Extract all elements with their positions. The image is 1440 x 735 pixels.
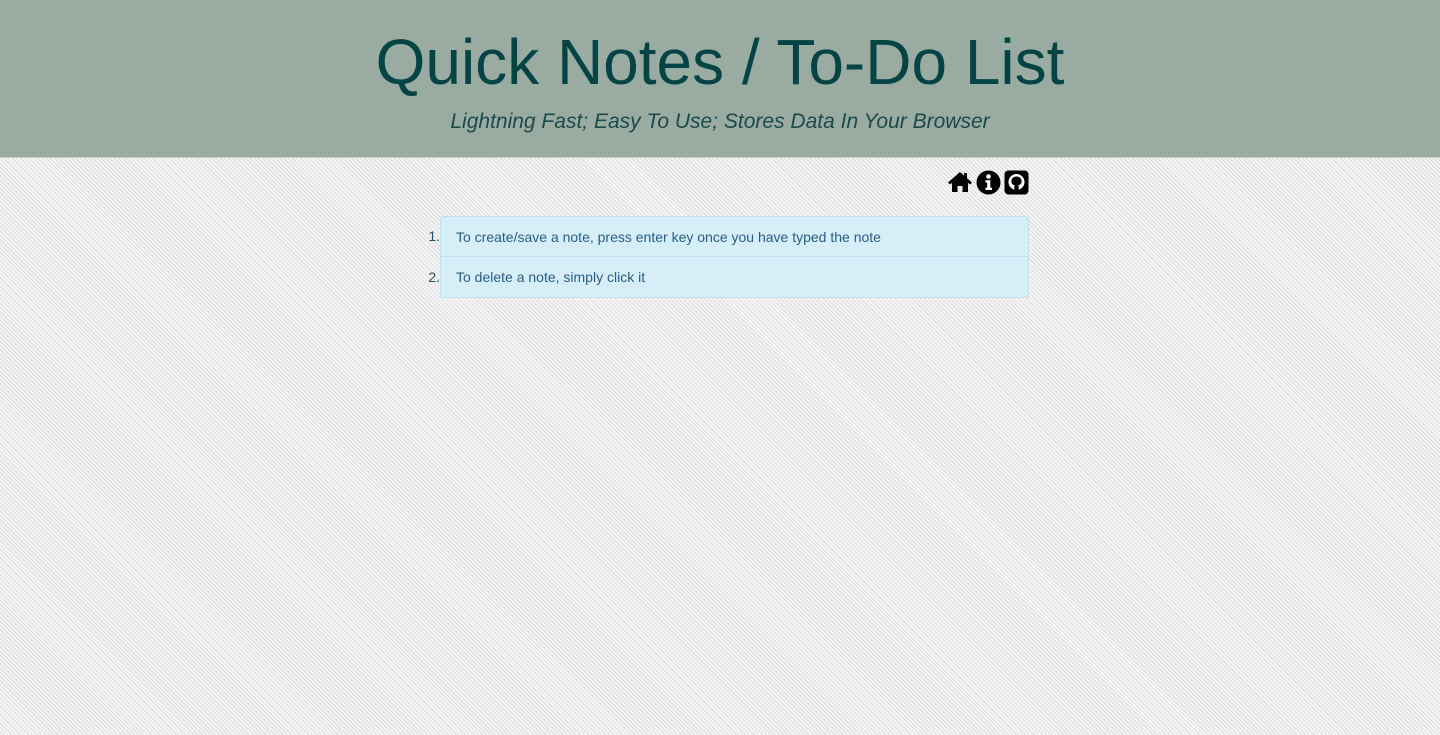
note-item[interactable]: To delete a note, simply click it [440, 257, 1029, 298]
page-subtitle: Lightning Fast; Easy To Use; Stores Data… [450, 110, 990, 133]
icon-toolbar [947, 168, 1029, 196]
list-item: 1. To create/save a note, press enter ke… [410, 216, 1030, 257]
info-icon[interactable] [975, 169, 1001, 195]
list-item: 2. To delete a note, simply click it [410, 257, 1030, 298]
notes-list: 1. To create/save a note, press enter ke… [410, 216, 1030, 298]
page-header: Quick Notes / To-Do List Lightning Fast;… [0, 0, 1440, 158]
note-item[interactable]: To create/save a note, press enter key o… [440, 216, 1029, 257]
github-icon[interactable] [1003, 169, 1029, 195]
note-number: 2. [428, 269, 440, 285]
home-icon[interactable] [947, 169, 973, 195]
page-title: Quick Notes / To-Do List [375, 26, 1065, 98]
note-number: 1. [428, 228, 440, 244]
